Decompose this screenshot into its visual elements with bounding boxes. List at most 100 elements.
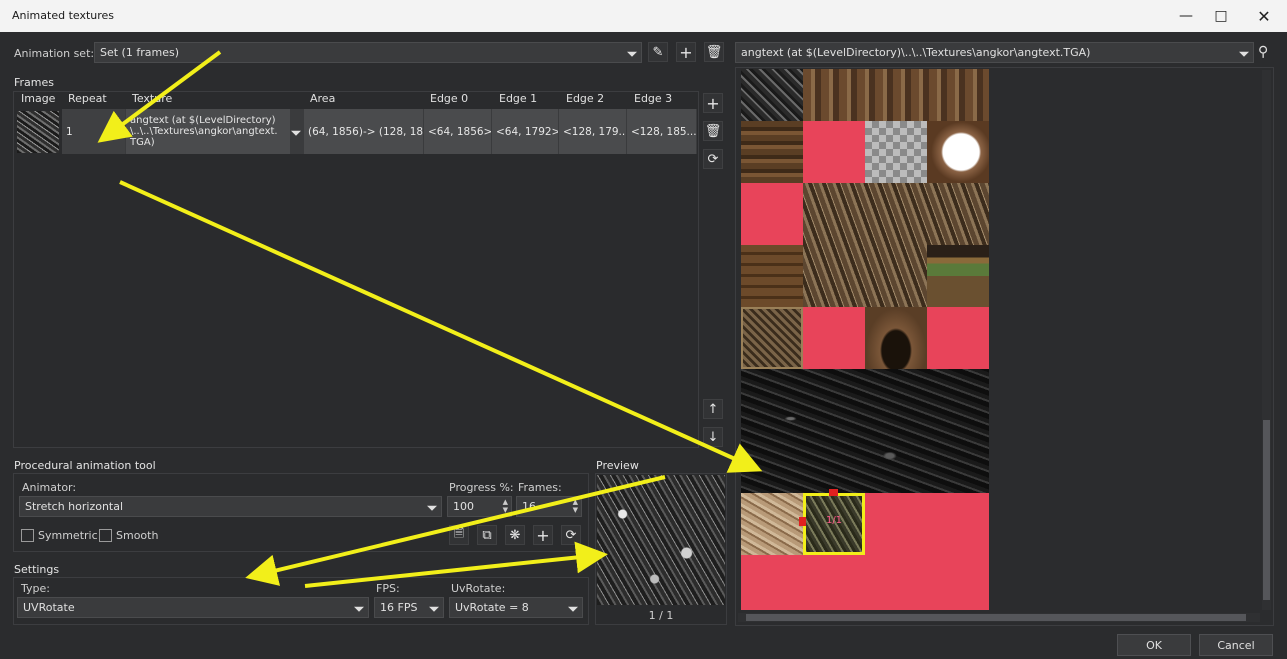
- plus-icon: +: [536, 525, 550, 545]
- refresh-icon: ⟳: [565, 527, 577, 543]
- texture-tile: [865, 121, 927, 183]
- texture-tile: [741, 493, 803, 555]
- progress-value: 100: [453, 500, 474, 513]
- texture-tile: [927, 121, 989, 183]
- edge0-value: <64, 1856>: [428, 125, 492, 138]
- texture-tile: [865, 493, 989, 555]
- col-edge3: Edge 3: [634, 92, 673, 105]
- animation-set-label: Animation set:: [14, 47, 95, 60]
- table-row[interactable]: 1 angtext (at $(LevelDirectory) \..\..\T…: [14, 109, 698, 154]
- animator-combo[interactable]: Stretch horizontal: [19, 496, 442, 517]
- edge1-cell[interactable]: <64, 1792>: [492, 109, 559, 154]
- texture-tile: [741, 245, 803, 307]
- smooth-checkbox[interactable]: [99, 529, 112, 542]
- frames-section-label: Frames: [14, 76, 55, 89]
- progress-input[interactable]: 100 ▲ ▼: [447, 496, 512, 517]
- col-edge2: Edge 2: [566, 92, 605, 105]
- edge-handle[interactable]: [799, 517, 806, 526]
- texture-tile: [741, 307, 803, 369]
- area-value: (64, 1856)-> (128, 1856): [308, 125, 424, 138]
- fps-label: FPS:: [376, 582, 400, 595]
- texture-selector-combo[interactable]: angtext (at $(LevelDirectory)\..\..\Text…: [735, 42, 1254, 63]
- col-edge0: Edge 0: [430, 92, 469, 105]
- texture-atlas-image[interactable]: 1/1: [741, 69, 989, 610]
- texture-dropdown[interactable]: [290, 109, 304, 154]
- add-frame-button[interactable]: +: [703, 93, 723, 113]
- texture-line-3: TGA): [130, 137, 155, 148]
- settings-section-label: Settings: [14, 563, 60, 576]
- texture-line-2: \..\..\Textures\angkor\angtext.: [130, 126, 278, 137]
- spinner-icon[interactable]: ▲ ▼: [573, 498, 578, 514]
- move-down-button[interactable]: ↓: [703, 427, 723, 447]
- frames-table: Image Repeat Texture Area Edge 0 Edge 1 …: [13, 91, 699, 448]
- chevron-down-icon: [354, 606, 364, 612]
- minimize-icon[interactable]: —: [1166, 0, 1206, 32]
- col-repeat: Repeat: [68, 92, 107, 105]
- vertical-scrollbar-thumb[interactable]: [1263, 420, 1270, 600]
- magic-wand-button[interactable]: ❋: [505, 525, 525, 545]
- add-animation-button[interactable]: +: [533, 525, 553, 545]
- texture-tile: [741, 69, 803, 121]
- texture-atlas-panel[interactable]: 1/1: [735, 67, 1274, 626]
- refresh-animation-button[interactable]: ⟳: [561, 525, 581, 545]
- uvrotate-label: UvRotate:: [451, 582, 506, 595]
- edge-handle[interactable]: [829, 489, 838, 496]
- uvrotate-combo[interactable]: UvRotate = 8: [449, 597, 583, 618]
- col-edge1: Edge 1: [499, 92, 538, 105]
- refresh-icon: ⟳: [707, 151, 719, 167]
- texture-tile: [741, 369, 989, 493]
- move-up-button[interactable]: ↑: [703, 399, 723, 419]
- delete-set-button[interactable]: 🗑: [704, 42, 724, 62]
- edge2-cell[interactable]: <128, 179...: [559, 109, 627, 154]
- uvrotate-value: UvRotate = 8: [455, 601, 529, 614]
- texture-tile: [741, 121, 803, 183]
- texture-tile: [803, 69, 989, 121]
- edge2-value: <128, 179...: [563, 125, 627, 138]
- animator-value: Stretch horizontal: [25, 500, 124, 513]
- trash-icon: 🗑: [704, 123, 722, 139]
- animation-set-combo[interactable]: Set (1 frames): [94, 42, 642, 63]
- fps-combo[interactable]: 16 FPS: [374, 597, 444, 618]
- frames-table-header: Image Repeat Texture Area Edge 0 Edge 1 …: [14, 92, 698, 108]
- frame-thumbnail: [17, 111, 59, 153]
- texture-cell[interactable]: angtext (at $(LevelDirectory) \..\..\Tex…: [126, 109, 302, 154]
- repeat-value: 1: [66, 125, 73, 138]
- preview-counter: 1 / 1: [648, 609, 674, 622]
- refresh-frame-button[interactable]: ⟳: [703, 149, 723, 169]
- window-title: Animated textures: [12, 9, 115, 22]
- pencil-icon: ✎: [652, 44, 664, 60]
- area-cell[interactable]: (64, 1856)-> (128, 1856): [304, 109, 424, 154]
- repeat-cell[interactable]: 1: [62, 109, 126, 154]
- edge1-value: <64, 1792>: [496, 125, 559, 138]
- plus-icon: +: [679, 42, 693, 62]
- cancel-button[interactable]: Cancel: [1199, 634, 1273, 656]
- close-icon[interactable]: ✕: [1244, 0, 1284, 32]
- title-bar: Animated textures — □ ✕: [0, 0, 1287, 32]
- texture-line-1: angtext (at $(LevelDirectory): [130, 115, 276, 126]
- search-icon[interactable]: ⚲: [1258, 44, 1276, 62]
- type-value: UVRotate: [23, 601, 75, 614]
- copy-animation-button[interactable]: ⧉: [477, 525, 497, 545]
- chevron-down-icon: [1239, 51, 1249, 57]
- frames-count-input[interactable]: 16 ▲ ▼: [516, 496, 582, 517]
- arrow-down-icon: ↓: [707, 429, 719, 445]
- horizontal-scrollbar-thumb[interactable]: [746, 614, 1246, 621]
- symmetric-checkbox[interactable]: [21, 529, 34, 542]
- spinner-icon[interactable]: ▲ ▼: [503, 498, 508, 514]
- add-set-button[interactable]: +: [676, 42, 696, 62]
- frames-count-label: Frames:: [518, 481, 562, 494]
- col-area: Area: [310, 92, 336, 105]
- maximize-icon[interactable]: □: [1201, 0, 1241, 32]
- vertical-scrollbar[interactable]: [1262, 70, 1271, 610]
- type-combo[interactable]: UVRotate: [17, 597, 369, 618]
- delete-frame-button[interactable]: 🗑: [703, 121, 723, 141]
- edge0-cell[interactable]: <64, 1856>: [424, 109, 492, 154]
- new-animation-button[interactable]: 🗎: [449, 525, 469, 545]
- selected-frame-tile[interactable]: 1/1: [799, 489, 865, 555]
- rename-set-button[interactable]: ✎: [648, 42, 668, 62]
- horizontal-scrollbar[interactable]: [738, 613, 1260, 622]
- col-texture: Texture: [132, 92, 173, 105]
- edge3-cell[interactable]: <128, 185...: [627, 109, 697, 154]
- texture-selector-value: angtext (at $(LevelDirectory)\..\..\Text…: [741, 46, 1091, 59]
- ok-button[interactable]: OK: [1117, 634, 1191, 656]
